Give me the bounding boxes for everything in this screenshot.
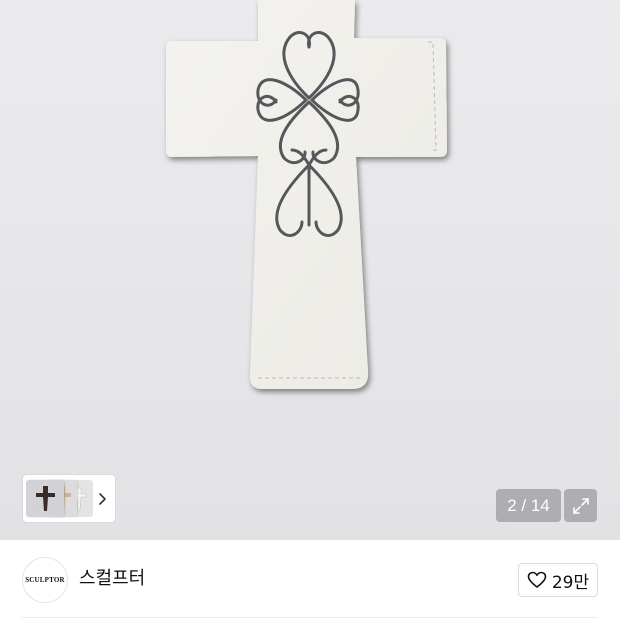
like-button[interactable]: 29만	[518, 563, 598, 597]
heart-icon	[527, 571, 547, 588]
shop-logo-text: SCULPTOR	[25, 576, 65, 584]
product-image[interactable]: 2 / 14	[0, 0, 620, 540]
divider	[22, 617, 598, 618]
cross-product-photo	[166, 0, 447, 389]
cross-thumbnail-dark-icon	[36, 486, 55, 511]
expand-icon	[572, 497, 589, 514]
thumbnail-strip[interactable]	[23, 475, 115, 522]
page-indicator: 2 / 14	[496, 489, 561, 522]
shop-name[interactable]: 스컬프터	[79, 568, 145, 590]
shop-logo[interactable]: SCULPTOR	[22, 557, 68, 603]
expand-button[interactable]	[564, 489, 597, 522]
like-count: 29만	[551, 572, 590, 593]
thumbnail-1[interactable]	[26, 480, 64, 517]
chevron-right-icon[interactable]	[93, 475, 111, 522]
